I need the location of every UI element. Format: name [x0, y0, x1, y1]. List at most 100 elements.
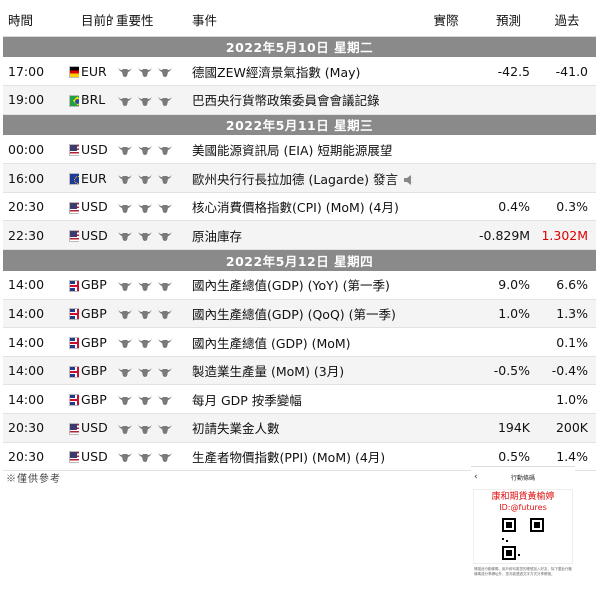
bull-icon	[158, 423, 173, 434]
event-name: 初請失業金人數	[192, 421, 280, 437]
bull-icon	[138, 280, 153, 291]
event-name-cell[interactable]: 原油庫存	[188, 220, 414, 251]
event-name-cell[interactable]: 德國ZEW經濟景氣指數 (May)	[188, 57, 414, 87]
event-row[interactable]: 14:00 GBP 製造業生產量 (MoM) (3月) -0.5% -0.4%	[3, 356, 597, 386]
event-name-cell[interactable]: 核心消費價格指數(CPI) (MoM) (4月)	[188, 192, 414, 222]
header-actual: 實際	[413, 4, 480, 37]
event-forecast	[479, 163, 539, 193]
importance-rating	[117, 202, 173, 214]
flag-gb-icon	[69, 308, 79, 321]
event-row[interactable]: 14:00 GBP 國內生產總值 (GDP) (MoM) 0.1%	[3, 327, 597, 357]
flag-gb-icon	[69, 337, 79, 350]
speaker-icon	[403, 175, 414, 186]
back-icon[interactable]: ‹	[474, 472, 478, 482]
importance-rating	[117, 423, 173, 435]
event-currency: GBP	[79, 356, 114, 386]
importance-rating	[117, 280, 173, 292]
event-name-cell[interactable]: 國內生產總值(GDP) (QoQ) (第一季)	[188, 299, 414, 329]
event-row[interactable]: 19:00 BRL 巴西央行貨幣政策委員會會議記錄	[3, 85, 597, 115]
event-name: 原油庫存	[192, 228, 243, 244]
event-time: 20:30	[3, 442, 53, 472]
event-actual	[413, 220, 480, 251]
event-name-cell[interactable]: 生產者物價指數(PPI) (MoM) (4月)	[188, 442, 414, 472]
event-name: 核心消費價格指數(CPI) (MoM) (4月)	[192, 200, 399, 216]
bull-icon	[158, 338, 173, 349]
bull-icon	[158, 95, 173, 106]
importance-rating	[117, 337, 173, 349]
event-name-cell[interactable]: 國內生產總值(GDP) (YoY) (第一季)	[188, 270, 414, 300]
event-forecast	[479, 85, 539, 115]
event-name: 生產者物價指數(PPI) (MoM) (4月)	[192, 449, 386, 465]
bull-icon	[118, 452, 133, 463]
bull-icon	[118, 338, 133, 349]
bull-icon	[118, 366, 133, 377]
event-row[interactable]: 00:00 USD 美國能源資訊局 (EIA) 短期能源展望	[3, 135, 597, 165]
flag-us-icon	[69, 451, 79, 464]
qr-card: 康和期貨黃榆婷 ID:@futures	[473, 489, 573, 564]
event-currency: GBP	[79, 299, 114, 329]
event-row[interactable]: 22:30 USD 原油庫存 -0.829M 1.302M	[3, 220, 597, 251]
event-actual	[413, 163, 480, 193]
flag-de-icon	[69, 66, 79, 79]
bull-icon	[118, 67, 133, 78]
account-name: 康和期貨黃榆婷	[491, 492, 555, 502]
importance-rating	[117, 230, 173, 242]
event-previous	[538, 163, 597, 193]
event-name-cell[interactable]: 美國能源資訊局 (EIA) 短期能源展望	[188, 135, 414, 165]
event-row[interactable]: 14:00 GBP 每月 GDP 按季變幅 1.0%	[3, 384, 597, 415]
date-header-row: 2022年5月10日 星期二	[3, 36, 597, 57]
date-header-row: 2022年5月11日 星期三	[3, 114, 597, 136]
event-name-cell[interactable]: 初請失業金人數	[188, 413, 414, 443]
event-row[interactable]: 14:00 GBP 國內生產總值(GDP) (QoQ) (第一季) 1.0% 1.3%	[3, 299, 597, 329]
event-name: 歐州央行行長拉加德 (Lagarde) 發言	[192, 171, 398, 187]
event-name-cell[interactable]: 歐州央行行長拉加德 (Lagarde) 發言	[188, 163, 414, 193]
event-name-cell[interactable]: 巴西央行貨幣政策委員會會議記錄	[188, 85, 414, 115]
flag-us-icon	[69, 144, 79, 157]
table-header-row: 時間 目前的 重要性 事件 實際 預測 過去	[3, 4, 597, 37]
event-currency: USD	[79, 413, 114, 443]
account-id: ID:@futures	[499, 503, 547, 512]
event-name-cell[interactable]: 國內生產總值 (GDP) (MoM)	[188, 327, 414, 357]
event-forecast: 0.4%	[479, 192, 539, 222]
bull-icon	[158, 280, 173, 291]
bull-icon	[118, 145, 133, 156]
bull-icon	[138, 202, 153, 213]
bull-icon	[118, 202, 133, 213]
header-importance: 重要性	[113, 4, 189, 37]
event-forecast	[479, 384, 539, 415]
bull-icon	[138, 395, 153, 406]
event-currency: USD	[79, 220, 114, 251]
event-row[interactable]: 20:30 USD 初請失業金人數 194K 200K	[3, 413, 597, 443]
event-row[interactable]: 20:30 USD 核心消費價格指數(CPI) (MoM) (4月) 0.4% 0.3%	[3, 192, 597, 222]
event-name: 每月 GDP 按季變幅	[192, 392, 302, 408]
event-name: 國內生產總值(GDP) (QoQ) (第一季)	[192, 306, 396, 322]
flag-gb-icon	[69, 279, 79, 292]
event-name-cell[interactable]: 製造業生產量 (MoM) (3月)	[188, 356, 414, 386]
event-time: 14:00	[3, 384, 53, 415]
event-row[interactable]: 17:00 EUR 德國ZEW經濟景氣指數 (May) -42.5 -41.0	[3, 57, 597, 87]
importance-rating	[117, 394, 173, 406]
event-row[interactable]: 16:00 EUR 歐州央行行長拉加德 (Lagarde) 發言	[3, 163, 597, 193]
event-previous: 1.0%	[538, 384, 597, 415]
event-previous: 0.1%	[538, 327, 597, 357]
flag-gb-icon	[69, 365, 79, 378]
event-forecast: -0.5%	[479, 356, 539, 386]
event-currency: GBP	[79, 327, 114, 357]
bull-icon	[138, 423, 153, 434]
bull-icon	[118, 174, 133, 185]
event-name-cell[interactable]: 每月 GDP 按季變幅	[188, 384, 414, 415]
event-actual	[413, 413, 480, 443]
event-forecast	[479, 135, 539, 165]
header-forecast: 預測	[479, 4, 539, 37]
event-currency: EUR	[79, 57, 114, 87]
event-row[interactable]: 14:00 GBP 國內生產總值(GDP) (YoY) (第一季) 9.0% 6.6%	[3, 270, 597, 300]
importance-rating	[117, 66, 173, 78]
header-previous: 過去	[538, 4, 597, 37]
flag-br-icon	[69, 94, 79, 107]
event-time: 14:00	[3, 327, 53, 357]
bull-icon	[118, 423, 133, 434]
event-actual	[413, 192, 480, 222]
qr-panel-header: ‹ 行動條碼	[471, 467, 575, 487]
bull-icon	[138, 174, 153, 185]
bull-icon	[158, 145, 173, 156]
